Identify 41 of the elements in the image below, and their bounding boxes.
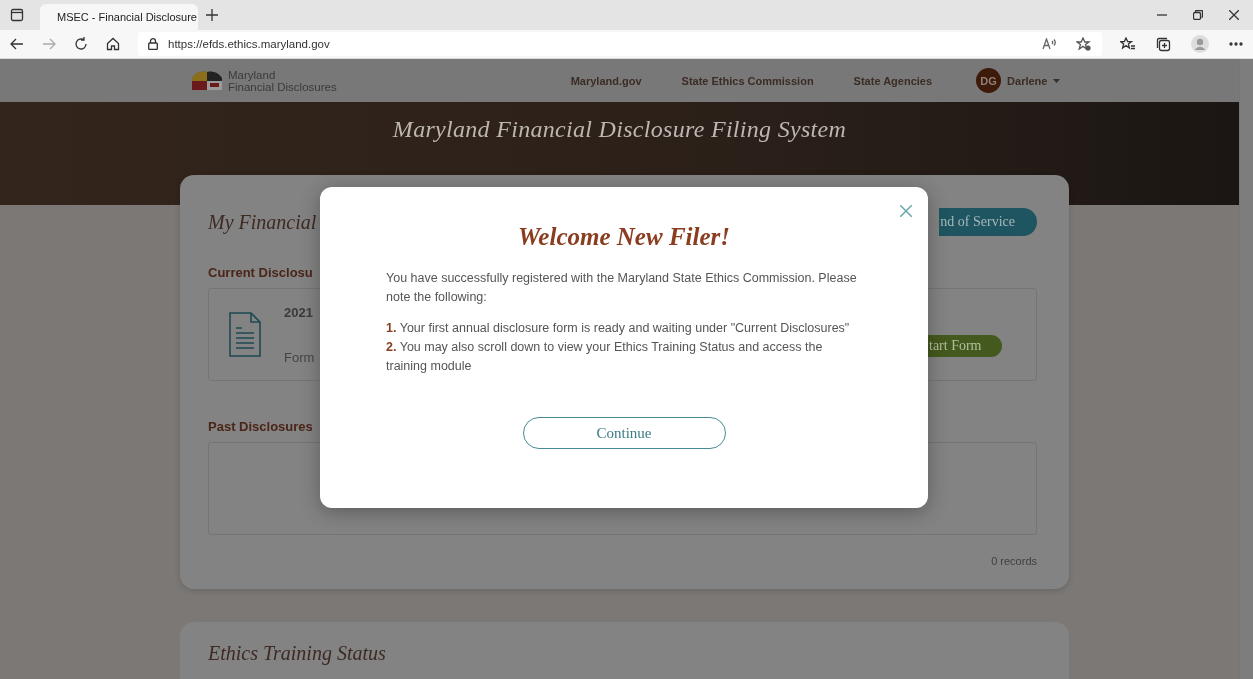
card-title: Ethics Training Status (208, 642, 386, 666)
caret-icon[interactable] (1053, 78, 1061, 83)
more-icon[interactable] (1229, 42, 1243, 46)
card-title: My Financial (208, 210, 318, 234)
user-avatar[interactable]: DG (976, 68, 1002, 94)
new-tab-icon[interactable] (206, 9, 218, 21)
section-heading: Current Disclosu (208, 265, 314, 281)
address-bar[interactable]: https://efds.ethics.maryland.gov (138, 32, 1102, 56)
add-favorite-icon[interactable] (1076, 37, 1092, 51)
tab-actions-icon (10, 8, 24, 22)
document-icon (229, 312, 261, 358)
back-icon[interactable] (10, 38, 24, 50)
close-icon[interactable] (1229, 10, 1239, 20)
continue-button[interactable]: Continue (522, 417, 726, 449)
nav-link[interactable]: Maryland.gov (570, 74, 642, 87)
section-heading: Past Disclosures (208, 419, 314, 435)
read-aloud-icon[interactable] (1042, 38, 1058, 50)
collections-icon[interactable] (1156, 36, 1171, 52)
profile-avatar-icon[interactable] (1191, 35, 1209, 53)
dialog-message: You have successfully registered with the Maryland State Ethics Commission. Please note the following: (386, 270, 858, 306)
form-label: Form (284, 349, 315, 365)
restore-icon[interactable] (1193, 10, 1203, 20)
refresh-icon[interactable] (74, 37, 88, 51)
instruction-item: 1. Your first annual disclosure form is ready and waiting under "Current Disclosures" (386, 320, 851, 337)
home-icon[interactable] (106, 37, 120, 51)
tab-title: MSEC - Financial Disclosure (57, 11, 197, 23)
service-button[interactable]: nd of Service (939, 208, 1037, 237)
flag-logo-icon (190, 69, 224, 92)
favorites-icon[interactable] (1120, 37, 1136, 51)
records-count: 0 records (990, 555, 1037, 568)
browser-tab[interactable]: MSEC - Financial Disclosure (40, 4, 198, 30)
nav-link[interactable]: State Ethics Commission (681, 74, 814, 87)
instruction-item: 2. You may also scroll down to view your Ethics Training Status and access the training module (386, 339, 824, 375)
nav-link[interactable]: State Agencies (853, 74, 933, 87)
start-form-button[interactable]: tart Form (928, 335, 1002, 358)
site-logo-text[interactable]: Maryland Financial Disclosures (228, 68, 337, 93)
user-name[interactable]: Darlene (1007, 74, 1048, 87)
page-title: Maryland Financial Disclosure Filing System (392, 116, 847, 145)
lock-icon (148, 38, 158, 50)
dialog-title: Welcome New Filer! (517, 223, 731, 251)
disclosure-year: 2021 (284, 304, 314, 320)
